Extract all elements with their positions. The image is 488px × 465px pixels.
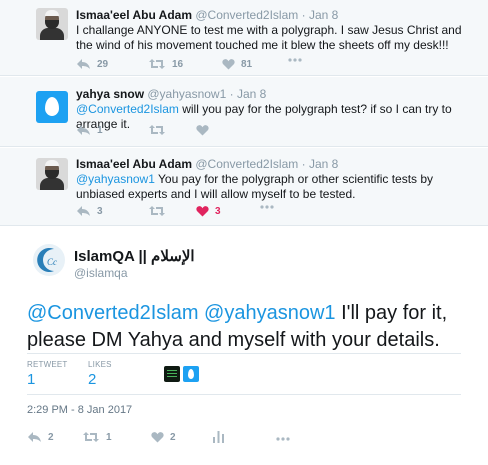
user-handle[interactable]: @islamqa [74, 266, 128, 280]
likes-stat[interactable]: LIKES 2 [88, 360, 112, 388]
user-avatar[interactable] [36, 8, 68, 40]
reply-count: 29 [97, 58, 109, 70]
user-name[interactable]: yahya snow [76, 87, 144, 101]
reply-button[interactable]: 2 [27, 431, 54, 443]
reply-button[interactable]: 1 [76, 124, 103, 136]
more-icon [276, 437, 290, 441]
retweet-button[interactable] [148, 124, 166, 136]
tweet-header: Ismaa'eel Abu Adam @Converted2Islam · Ja… [76, 8, 338, 22]
dot-separator: · [229, 87, 234, 101]
reply-count: 1 [97, 124, 103, 136]
like-count: 3 [215, 205, 221, 217]
dot-separator: · [301, 8, 306, 22]
main-tweet: Cc IslamQA || الإسلام @islamqa @Converte… [0, 227, 488, 465]
svg-text:Cc: Cc [47, 257, 57, 267]
heart-icon [151, 432, 164, 443]
retweet-button[interactable]: 16 [148, 58, 183, 70]
tweet-text: @Converted2Islam @yahyasnow1 I'll pay fo… [27, 300, 482, 354]
tweet-time[interactable]: Jan 8 [309, 157, 338, 171]
tweet-stats: RETWEET 1 LIKES 2 [27, 353, 461, 395]
tweet-header: yahya snow @yahyasnow1 · Jan 8 [76, 87, 266, 101]
user-handle[interactable]: @yahyasnow1 [147, 87, 226, 101]
reply-icon [77, 125, 90, 135]
like-button[interactable]: 3 [196, 205, 221, 217]
tweet-header: Ismaa'eel Abu Adam @Converted2Islam · Ja… [76, 157, 338, 171]
analytics-button[interactable] [213, 431, 224, 443]
user-handle[interactable]: @Converted2Islam [195, 157, 298, 171]
user-avatar[interactable] [36, 91, 68, 123]
more-button[interactable] [276, 437, 290, 441]
reply-tweet[interactable]: Ismaa'eel Abu Adam @Converted2Islam · Ja… [0, 148, 488, 226]
retweet-count: 1 [106, 431, 112, 443]
retweets-label: RETWEET [27, 360, 68, 369]
user-name[interactable]: Ismaa'eel Abu Adam [76, 157, 192, 171]
more-button[interactable] [260, 205, 274, 209]
user-avatar[interactable] [36, 158, 68, 190]
liker-avatar[interactable] [183, 366, 199, 382]
tweet-timestamp[interactable]: 2:29 PM - 8 Jan 2017 [27, 404, 132, 416]
reply-count: 3 [97, 205, 103, 217]
liker-avatar[interactable] [164, 366, 180, 382]
user-name[interactable]: IslamQA || الإسلام [74, 247, 195, 265]
like-button[interactable] [196, 124, 209, 136]
heart-icon [196, 206, 209, 217]
more-icon [288, 58, 302, 62]
like-button[interactable]: 2 [151, 431, 176, 443]
retweets-stat[interactable]: RETWEET 1 [27, 360, 68, 388]
likes-count: 2 [88, 371, 97, 388]
retweet-icon [149, 206, 165, 216]
mention-link[interactable]: @Converted2Islam [27, 302, 198, 324]
more-button[interactable] [288, 58, 302, 62]
tweet-time[interactable]: Jan 8 [237, 87, 266, 101]
retweet-count: 16 [172, 58, 184, 70]
analytics-icon [213, 431, 224, 443]
reply-icon [28, 432, 41, 442]
mention-link[interactable]: @yahyasnow1 [204, 302, 335, 324]
user-name[interactable]: Ismaa'eel Abu Adam [76, 8, 192, 22]
tweet-text: I challange ANYONE to test me with a pol… [76, 23, 462, 52]
reply-button[interactable]: 29 [76, 58, 108, 70]
like-count: 2 [170, 431, 176, 443]
reply-button[interactable]: 3 [76, 205, 103, 217]
like-count: 81 [241, 58, 253, 70]
reply-icon [77, 206, 90, 216]
likes-label: LIKES [88, 360, 112, 369]
retweets-count: 1 [27, 371, 36, 388]
tweet-text: @yahyasnow1 You pay for the polygraph or… [76, 172, 476, 202]
retweet-button[interactable]: 1 [82, 431, 112, 443]
retweet-icon [83, 432, 99, 442]
heart-icon [222, 59, 235, 70]
tweet-time[interactable]: Jan 8 [309, 8, 338, 22]
retweet-icon [149, 125, 165, 135]
reply-icon [77, 59, 90, 69]
mention-link[interactable]: @Converted2Islam [76, 102, 179, 116]
heart-icon [196, 125, 209, 136]
mention-link[interactable]: @yahyasnow1 [76, 172, 155, 186]
dot-separator: · [301, 157, 306, 171]
reply-tweet[interactable]: yahya snow @yahyasnow1 · Jan 8 @Converte… [0, 77, 488, 147]
retweet-icon [149, 59, 165, 69]
egg-icon [45, 97, 59, 116]
egg-icon [188, 369, 194, 379]
tweet-text: @Converted2Islam will you pay for the po… [76, 102, 476, 132]
reply-tweet[interactable]: Ismaa'eel Abu Adam @Converted2Islam · Ja… [0, 0, 488, 76]
like-button[interactable]: 81 [222, 58, 252, 70]
reply-count: 2 [48, 431, 54, 443]
user-handle[interactable]: @Converted2Islam [195, 8, 298, 22]
islamqa-logo-icon[interactable]: Cc [32, 243, 66, 277]
retweet-button[interactable] [148, 205, 166, 217]
more-icon [260, 205, 274, 209]
